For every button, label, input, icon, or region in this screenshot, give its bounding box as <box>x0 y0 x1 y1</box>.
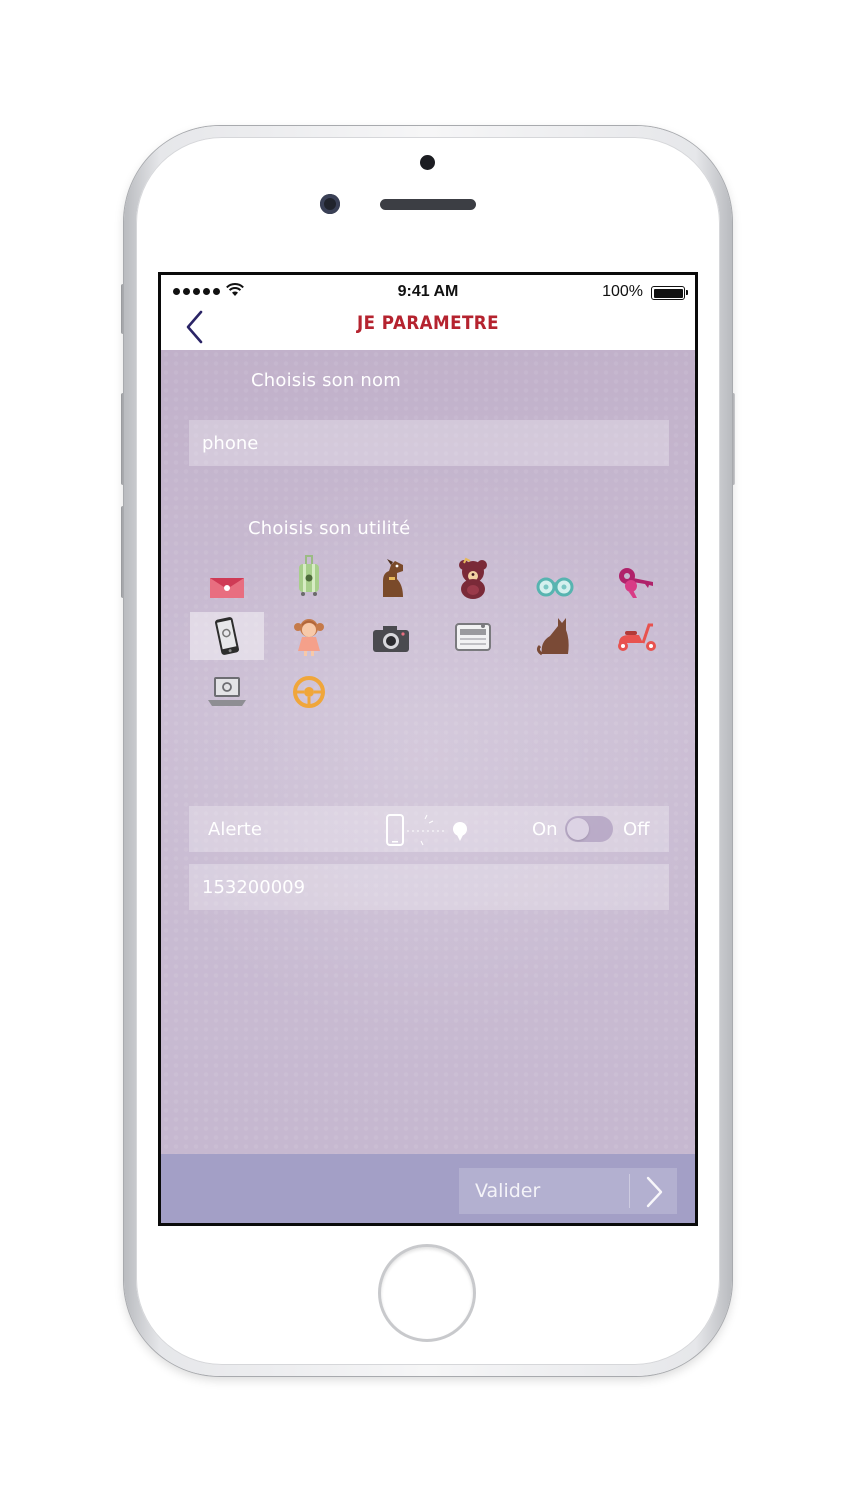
battery-icon <box>651 286 688 300</box>
screen: 9:41 AM 100% JE PARAMETRE Choisis son no… <box>158 272 698 1226</box>
use-option-girl[interactable] <box>272 612 346 660</box>
home-button[interactable] <box>378 1244 476 1342</box>
use-option-scooter[interactable] <box>600 612 674 660</box>
page-title: JE PARAMETRE <box>357 312 499 334</box>
toggle-knob <box>567 818 589 840</box>
battery-percent: 100% <box>602 283 643 300</box>
use-section-label: Choisis son utilité <box>248 518 411 539</box>
steering-wheel-icon <box>293 676 325 708</box>
earpiece-speaker <box>380 199 476 210</box>
phone-tag-distance-icon <box>386 814 467 846</box>
use-option-glasses[interactable] <box>518 562 592 610</box>
camera-lens <box>320 194 340 214</box>
use-option-radio[interactable] <box>436 612 510 660</box>
use-option-suitcase[interactable] <box>272 552 346 600</box>
alert-row: Alerte On Off <box>189 806 669 852</box>
dog-icon <box>383 559 403 597</box>
alert-label: Alerte <box>208 819 262 840</box>
front-camera <box>420 155 435 170</box>
footer-bar: Valider <box>161 1154 695 1223</box>
scooter-icon <box>618 623 656 651</box>
use-option-steering-wheel[interactable] <box>272 668 346 716</box>
girl-icon <box>294 619 324 656</box>
use-option-cat[interactable] <box>518 612 592 660</box>
use-option-dog[interactable] <box>354 554 428 602</box>
use-option-phone[interactable] <box>190 612 264 660</box>
radio-icon <box>455 623 491 651</box>
settings-content: Choisis son nom phone Choisis son utilit… <box>161 350 695 1154</box>
glasses-icon <box>536 577 574 597</box>
phone-icon <box>215 617 239 655</box>
validate-label: Valider <box>475 1180 541 1202</box>
chevron-right-icon <box>646 1176 663 1208</box>
teddy-bear-icon <box>459 557 487 599</box>
alert-on-label: On <box>532 819 558 840</box>
name-section-label: Choisis son nom <box>251 370 401 391</box>
envelope-icon <box>210 578 244 598</box>
use-option-camera[interactable] <box>354 614 428 662</box>
suitcase-icon <box>299 555 319 596</box>
laptop-icon <box>208 677 246 706</box>
status-bar: 9:41 AM 100% <box>161 275 695 307</box>
nav-bar: JE PARAMETRE <box>161 307 695 350</box>
validate-button[interactable]: Valider <box>459 1168 677 1214</box>
use-option-envelope[interactable] <box>190 562 264 610</box>
tag-id-field[interactable]: 153200009 <box>189 864 669 910</box>
use-option-keys[interactable] <box>600 558 674 606</box>
camera-icon <box>373 626 409 652</box>
cat-icon <box>536 618 569 656</box>
name-input[interactable]: phone <box>189 420 669 466</box>
use-option-laptop[interactable] <box>190 668 264 716</box>
keys-icon <box>619 568 653 598</box>
alert-off-label: Off <box>623 819 650 840</box>
alert-toggle[interactable] <box>565 816 613 842</box>
use-option-teddy-bear[interactable] <box>436 554 510 602</box>
validate-divider <box>629 1174 630 1208</box>
